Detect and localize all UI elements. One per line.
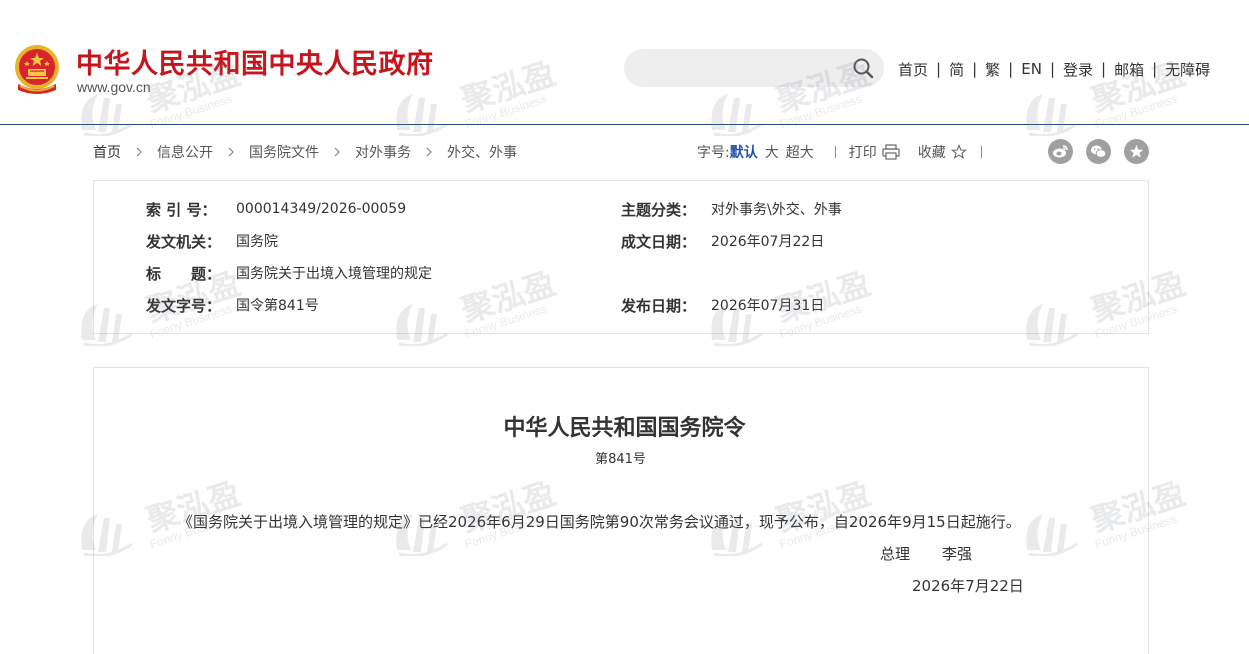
info-category-row: 主题分类： 对外事务\外交、外事 xyxy=(621,199,842,219)
info-title-value: 国务院关于出境入境管理的规定 xyxy=(236,266,432,282)
star-icon xyxy=(950,144,967,160)
breadcrumb-foreign-affairs[interactable]: 对外事务 xyxy=(355,142,411,162)
nav-simplified-link[interactable]: 简 xyxy=(949,59,964,80)
info-doc-number-value: 国令第841号 xyxy=(236,298,319,314)
info-written-date-row: 成文日期： 2026年07月22日 xyxy=(621,231,824,251)
info-category-value: 对外事务\外交、外事 xyxy=(711,202,842,218)
chevron-right-icon xyxy=(228,147,234,157)
wechat-share-button[interactable] xyxy=(1086,139,1111,164)
breadcrumb-state-council-docs[interactable]: 国务院文件 xyxy=(249,142,319,162)
nav-separator: | xyxy=(1008,60,1014,78)
wechat-icon xyxy=(1091,145,1107,158)
nav-separator: | xyxy=(1049,60,1055,78)
nav-traditional-link[interactable]: 繁 xyxy=(985,59,1000,80)
nav-mail-link[interactable]: 邮箱 xyxy=(1114,59,1144,80)
chevron-right-icon xyxy=(426,147,432,157)
chevron-right-icon xyxy=(136,147,142,157)
document-number: 第841号 xyxy=(595,452,646,467)
divider xyxy=(834,146,836,158)
site-header: 中华人民共和国中央人民政府 www.gov.cn 首页 | 简 | 繁 | EN… xyxy=(0,0,1249,125)
national-emblem-icon[interactable] xyxy=(12,44,62,96)
search-box xyxy=(624,49,884,87)
info-index-label: 索 引 号： xyxy=(146,200,217,219)
font-size-label: 字号: xyxy=(697,145,730,161)
page-tools: 字号: 默认 大 超大 打印 收藏 xyxy=(697,142,995,162)
info-written-date-value: 2026年07月22日 xyxy=(711,234,825,250)
info-issuer-row: 发文机关： 国务院 xyxy=(146,231,278,251)
nav-english-link[interactable]: EN xyxy=(1021,60,1042,78)
breadcrumb-diplomacy[interactable]: 外交、外事 xyxy=(447,142,517,162)
document-signature: 总理 李强 xyxy=(880,543,972,564)
info-category-label: 主题分类： xyxy=(621,200,697,219)
top-nav: 首页 | 简 | 繁 | EN | 登录 | 邮箱 | 无障碍 xyxy=(898,58,1210,80)
search-input[interactable] xyxy=(640,49,840,87)
info-issuer-value: 国务院 xyxy=(236,234,278,250)
divider xyxy=(980,146,982,158)
weibo-icon xyxy=(1053,145,1068,158)
info-issuer-label: 发文机关： xyxy=(146,232,222,251)
document-title: 中华人民共和国国务院令 xyxy=(503,415,746,441)
font-size-default[interactable]: 默认 xyxy=(730,142,758,162)
site-title[interactable]: 中华人民共和国中央人民政府 xyxy=(76,42,434,81)
favorite-button[interactable]: 收藏 xyxy=(918,142,967,162)
info-doc-number-row: 发文字号： 国令第841号 xyxy=(146,295,319,315)
breadcrumb-info-public[interactable]: 信息公开 xyxy=(157,142,213,162)
signer-name: 李强 xyxy=(942,545,973,563)
favorite-label: 收藏 xyxy=(917,145,946,161)
print-button[interactable]: 打印 xyxy=(849,142,900,162)
star-share-icon xyxy=(1129,144,1144,158)
nav-home-link[interactable]: 首页 xyxy=(898,59,928,80)
nav-separator: | xyxy=(936,60,942,78)
weibo-share-button[interactable] xyxy=(1048,139,1073,164)
nav-separator: | xyxy=(1152,60,1158,78)
info-index-value: 000014349/2026-00059 xyxy=(236,201,407,217)
search-icon[interactable] xyxy=(852,57,874,79)
font-size-xlarge[interactable]: 超大 xyxy=(786,142,814,162)
signer-role: 总理 xyxy=(880,545,911,563)
nav-login-link[interactable]: 登录 xyxy=(1063,59,1093,80)
info-index-row: 索 引 号： 000014349/2026-00059 xyxy=(146,199,406,219)
breadcrumb: 首页 信息公开 国务院文件 对外事务 外交、外事 xyxy=(93,142,517,162)
nav-accessibility-link[interactable]: 无障碍 xyxy=(1165,59,1210,80)
info-written-date-label: 成文日期： xyxy=(621,232,697,251)
chevron-right-icon xyxy=(334,147,340,157)
site-domain[interactable]: www.gov.cn xyxy=(77,79,151,95)
printer-icon xyxy=(882,144,900,160)
font-size-large[interactable]: 大 xyxy=(765,142,779,162)
nav-separator: | xyxy=(972,60,978,78)
nav-separator: | xyxy=(1101,60,1107,78)
info-publish-date-value: 2026年07月31日 xyxy=(711,298,825,314)
breadcrumb-home[interactable]: 首页 xyxy=(93,142,121,162)
document-paragraph: 《国务院关于出境入境管理的规定》已经2026年6月29日国务院第90次常务会议通… xyxy=(178,513,1021,531)
info-doc-number-label: 发文字号： xyxy=(146,296,222,315)
info-title-row: 标 题： 国务院关于出境入境管理的规定 xyxy=(146,263,432,283)
info-publish-date-label: 发布日期： xyxy=(621,296,697,315)
info-publish-date-row: 发布日期： 2026年07月31日 xyxy=(621,295,824,315)
print-label: 打印 xyxy=(848,145,877,161)
info-title-label: 标 题： xyxy=(146,264,222,283)
star-share-button[interactable] xyxy=(1124,139,1149,164)
document-date: 2026年7月22日 xyxy=(912,577,1024,595)
